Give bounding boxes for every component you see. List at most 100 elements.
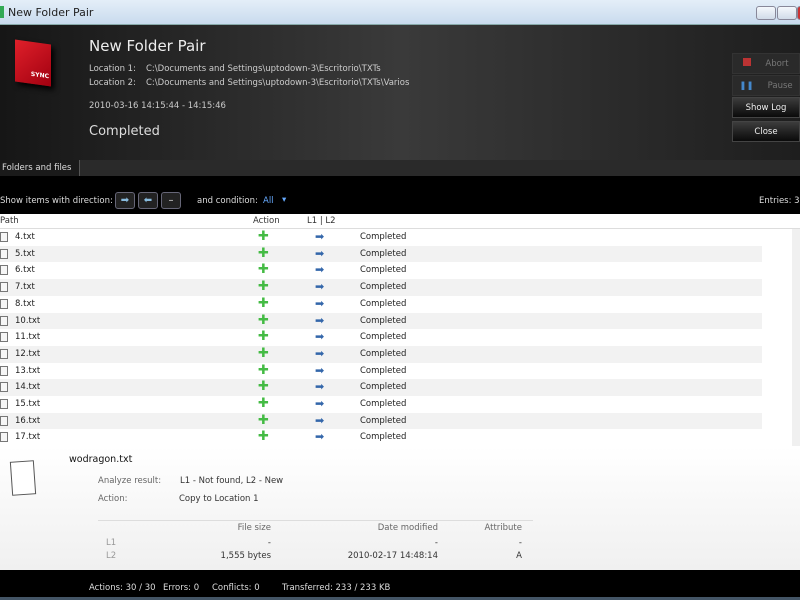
tab-folders-and-files[interactable]: Folders and files bbox=[0, 160, 80, 176]
sync-status: Completed bbox=[89, 124, 160, 139]
row-path: 16.txt bbox=[15, 415, 41, 426]
table-row[interactable]: 12.txt ✚ ➡ Completed bbox=[0, 345, 762, 363]
text-file-icon bbox=[0, 432, 8, 443]
pair-title: New Folder Pair bbox=[89, 37, 206, 55]
l1-label: L1 bbox=[106, 538, 117, 548]
minimize-button[interactable] bbox=[756, 6, 776, 20]
chevron-down-icon[interactable]: ▾ bbox=[282, 195, 286, 205]
table-row[interactable]: 15.txt ✚ ➡ Completed bbox=[0, 396, 762, 413]
row-status: Completed bbox=[360, 315, 407, 326]
table-row[interactable]: 16.txt ✚ ➡ Completed bbox=[0, 412, 762, 430]
copy-action-icon: ✚ bbox=[258, 379, 269, 395]
text-file-icon bbox=[0, 415, 8, 426]
errors-count: Errors: 0 bbox=[163, 583, 200, 593]
table-row[interactable]: 6.txt ✚ ➡ Completed bbox=[0, 262, 762, 279]
row-status: Completed bbox=[360, 282, 407, 293]
direction-left-button[interactable]: ⬅ bbox=[138, 192, 158, 209]
arrow-right-icon: ➡ bbox=[315, 263, 325, 277]
table-row[interactable]: 17.txt ✚ ➡ Completed bbox=[0, 429, 762, 446]
copy-action-icon: ✚ bbox=[258, 429, 269, 445]
copy-action-icon: ✚ bbox=[258, 262, 269, 278]
l1-attr: - bbox=[518, 538, 522, 548]
table-row[interactable]: 8.txt ✚ ➡ Completed bbox=[0, 296, 762, 313]
row-status: Completed bbox=[360, 298, 407, 309]
copy-action-icon: ✚ bbox=[258, 245, 269, 261]
row-status: Completed bbox=[360, 432, 407, 443]
table-row[interactable]: 4.txt ✚ ➡ Completed bbox=[0, 229, 762, 246]
text-file-icon bbox=[0, 282, 8, 293]
condition-label: and condition: bbox=[197, 196, 258, 206]
maximize-button[interactable] bbox=[777, 6, 797, 20]
window-title: New Folder Pair bbox=[8, 6, 94, 19]
condition-dropdown[interactable]: All bbox=[263, 196, 274, 206]
table-row[interactable]: 14.txt ✚ ➡ Completed bbox=[0, 379, 762, 396]
row-status: Completed bbox=[360, 348, 407, 359]
pause-button[interactable]: ❚❚ Pause bbox=[732, 75, 800, 96]
copy-action-icon: ✚ bbox=[258, 312, 269, 328]
arrow-right-icon: ➡ bbox=[315, 296, 325, 310]
arrow-right-icon: ➡ bbox=[315, 413, 325, 427]
column-path[interactable]: Path bbox=[0, 216, 19, 226]
arrow-right-icon: ➡ bbox=[315, 330, 325, 344]
action-value: Copy to Location 1 bbox=[179, 494, 259, 504]
arrow-right-icon: ➡ bbox=[315, 346, 325, 360]
direction-right-button[interactable]: ➡ bbox=[115, 192, 135, 209]
text-file-icon bbox=[0, 265, 8, 276]
row-status: Completed bbox=[360, 415, 407, 426]
app-icon bbox=[0, 6, 4, 18]
row-path: 7.txt bbox=[15, 282, 35, 293]
text-file-icon bbox=[0, 399, 8, 409]
row-path: 4.txt bbox=[15, 232, 35, 242]
l1-date: - bbox=[434, 538, 438, 548]
text-file-icon bbox=[0, 315, 8, 326]
row-path: 10.txt bbox=[15, 315, 41, 326]
table-header: Path Action L1 | L2 bbox=[0, 214, 800, 229]
arrow-right-icon: ➡ bbox=[315, 397, 325, 410]
table-row[interactable]: 11.txt ✚ ➡ Completed bbox=[0, 329, 762, 346]
copy-action-icon: ✚ bbox=[258, 329, 269, 345]
actions-count: Actions: 30 / 30 bbox=[89, 583, 156, 593]
text-file-icon bbox=[0, 382, 8, 393]
show-log-button[interactable]: Show Log bbox=[732, 97, 800, 118]
row-path: 12.txt bbox=[15, 348, 41, 359]
row-status: Completed bbox=[360, 248, 407, 259]
column-action[interactable]: Action bbox=[253, 216, 280, 226]
direction-none-button[interactable]: – bbox=[161, 192, 181, 209]
table-row[interactable]: 13.txt ✚ ➡ Completed bbox=[0, 363, 762, 380]
copy-action-icon: ✚ bbox=[258, 362, 269, 378]
conflicts-count: Conflicts: 0 bbox=[212, 583, 260, 593]
location-2: Location 2: C:\Documents and Settings\upt… bbox=[89, 78, 410, 88]
column-direction[interactable]: L1 | L2 bbox=[307, 216, 336, 226]
row-path: 17.txt bbox=[15, 432, 41, 443]
col-attribute: Attribute bbox=[484, 523, 522, 533]
location-1: Location 1: C:\Documents and Settings\upt… bbox=[89, 64, 381, 74]
close-button[interactable]: Close bbox=[732, 121, 800, 142]
l2-label: L2 bbox=[106, 551, 117, 561]
items-table: Path Action L1 | L2 4.txt ✚ ➡ Completed 5.tx… bbox=[0, 214, 800, 446]
row-status: Completed bbox=[360, 365, 407, 376]
text-file-icon bbox=[0, 365, 8, 376]
abort-button[interactable]: Abort bbox=[732, 53, 800, 74]
row-status: Completed bbox=[360, 232, 407, 242]
table-row[interactable]: 5.txt ✚ ➡ Completed bbox=[0, 245, 762, 263]
arrow-right-icon: ➡ bbox=[315, 430, 325, 444]
row-path: 13.txt bbox=[15, 365, 41, 376]
arrow-right-icon: ➡ bbox=[315, 313, 325, 327]
table-row[interactable]: 7.txt ✚ ➡ Completed bbox=[0, 279, 762, 296]
tab-strip: Folders and files bbox=[0, 160, 800, 176]
l2-attr: A bbox=[516, 551, 522, 561]
text-file-icon bbox=[0, 248, 8, 259]
text-file-icon bbox=[0, 332, 8, 343]
table-row[interactable]: 10.txt ✚ ➡ Completed bbox=[0, 312, 762, 330]
row-status: Completed bbox=[360, 382, 407, 393]
row-path: 5.txt bbox=[15, 248, 35, 259]
scrollbar[interactable] bbox=[792, 229, 800, 446]
arrow-right-icon: ➡ bbox=[315, 280, 325, 294]
pause-icon: ❚❚ bbox=[739, 81, 754, 91]
col-file-size: File size bbox=[237, 523, 271, 533]
detail-panel: wodragon.txt Analyze result: L1 - Not fo… bbox=[0, 446, 800, 570]
transferred-amount: Transferred: 233 / 233 KB bbox=[282, 583, 391, 593]
copy-action-icon: ✚ bbox=[258, 396, 269, 411]
copy-action-icon: ✚ bbox=[258, 345, 269, 361]
text-file-icon bbox=[9, 460, 37, 496]
